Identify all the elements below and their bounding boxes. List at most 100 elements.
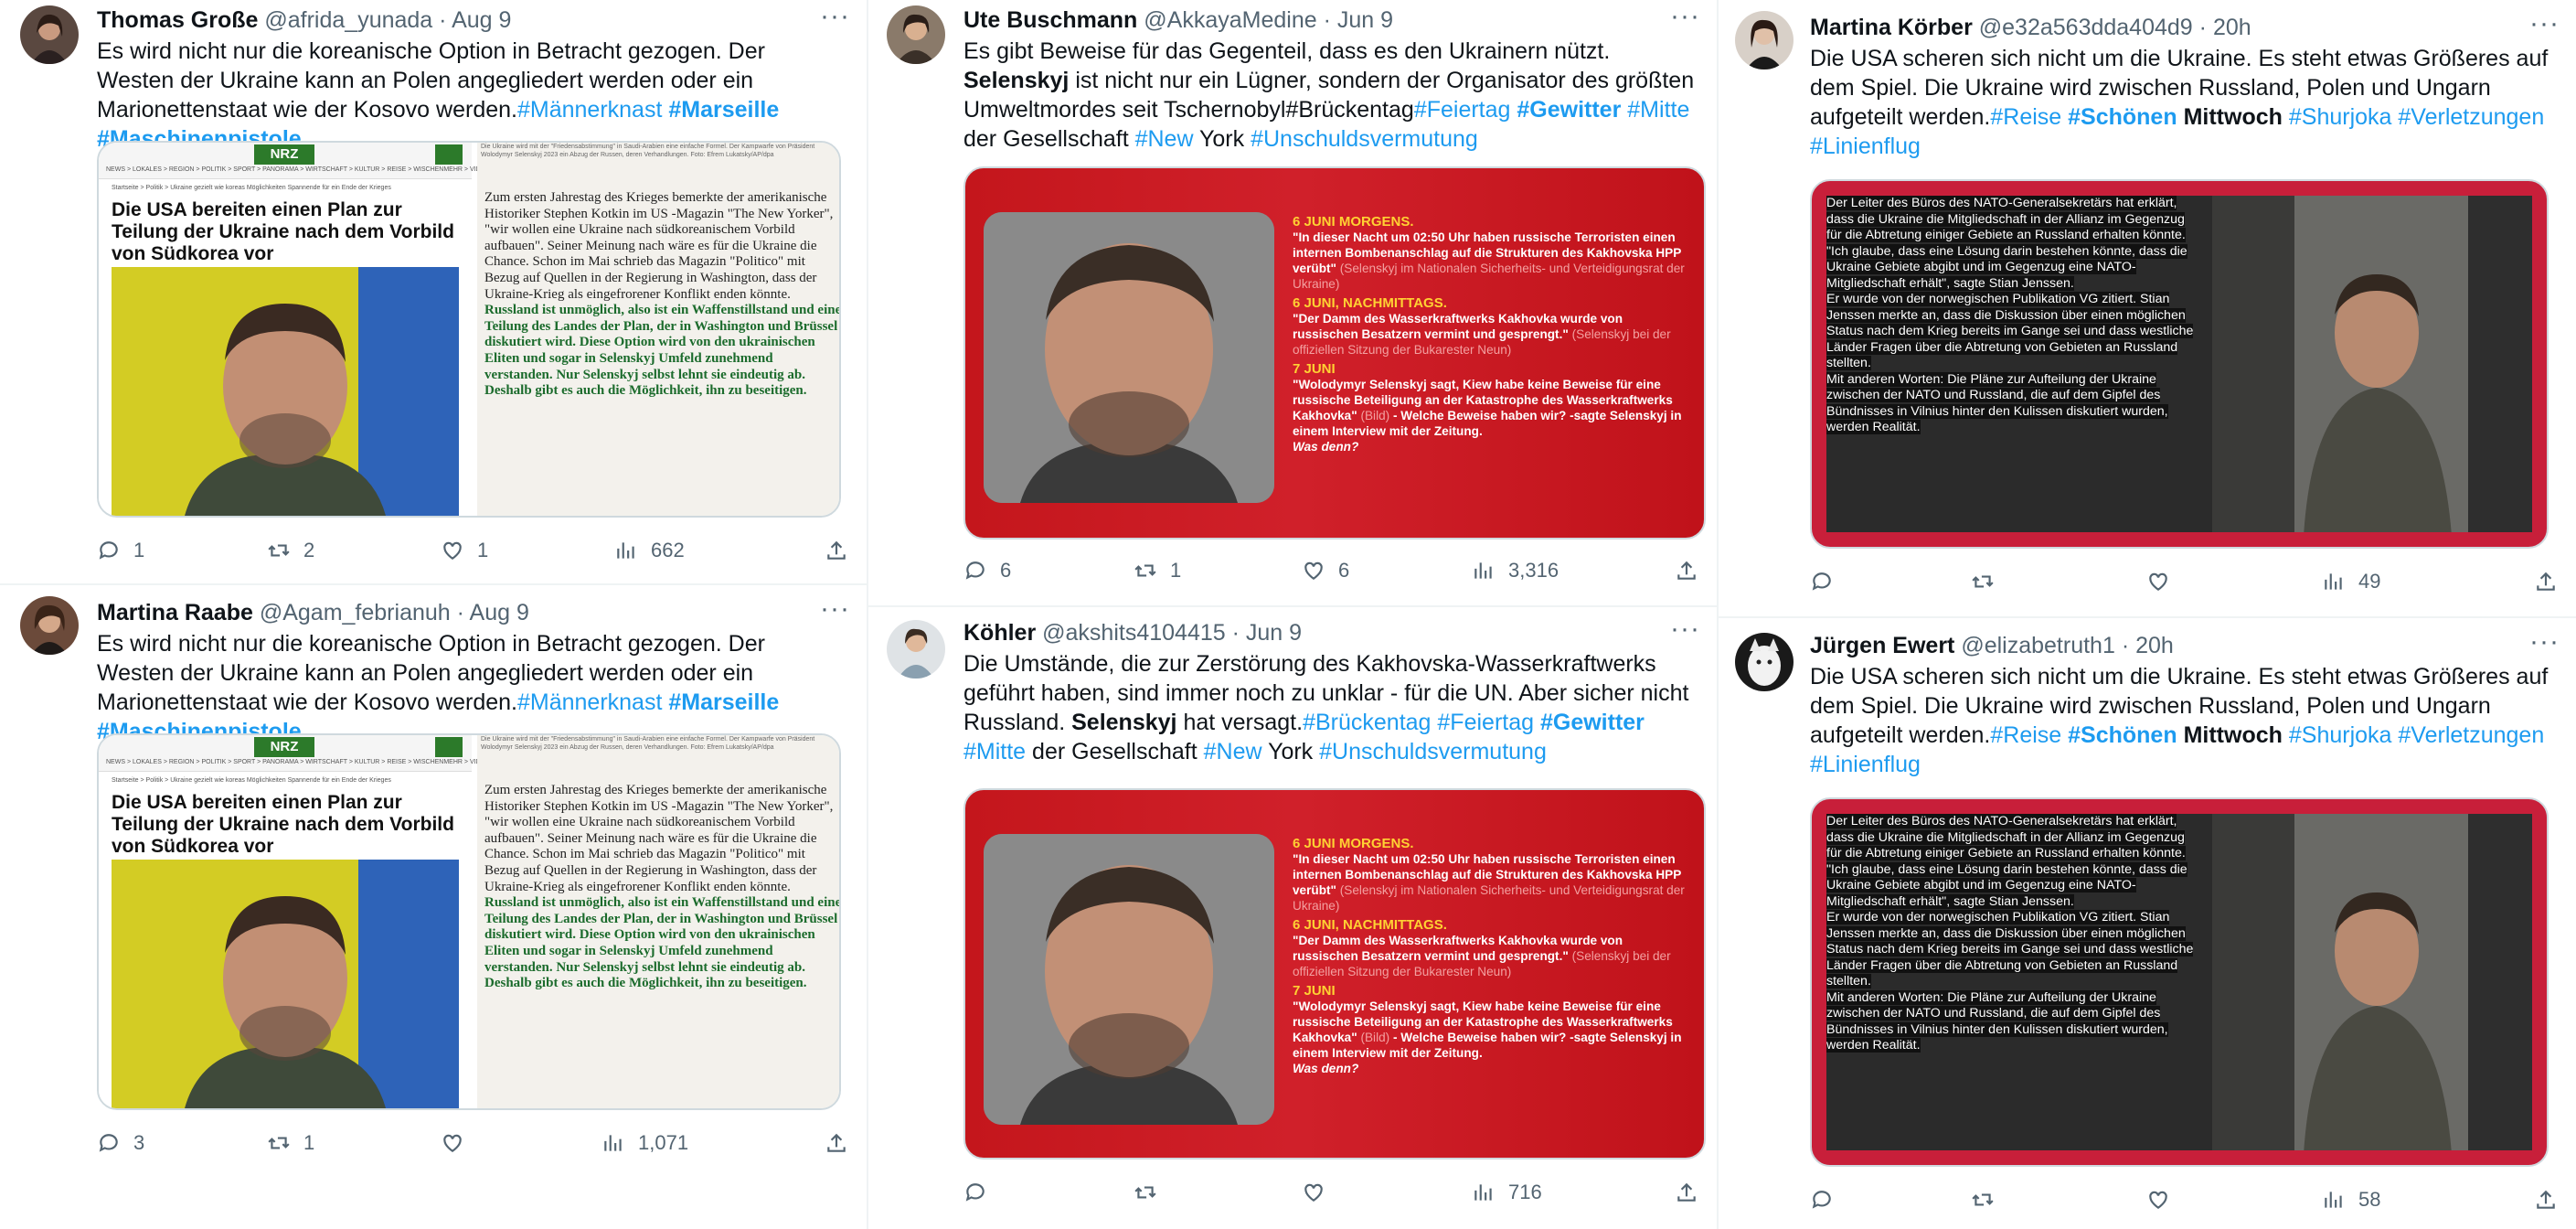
repost-button[interactable] — [1134, 1174, 1170, 1211]
hashtag[interactable]: #Männerknast — [517, 689, 662, 715]
timeline-entry: "Wolodymyr Selenskyj sagt, Kiew habe kei… — [1293, 377, 1686, 439]
hashtag[interactable]: #Shurjoka — [2289, 722, 2392, 748]
user-handle[interactable]: @AkkayaMedine — [1144, 7, 1316, 33]
more-options-icon[interactable]: ··· — [820, 0, 850, 33]
hashtag[interactable]: #Reise — [1990, 722, 2061, 748]
hashtag[interactable]: #New — [1204, 739, 1262, 764]
timeline-entry: "Der Damm des Wasserkraftwerks Kakhovka … — [1293, 933, 1686, 979]
user-handle[interactable]: @afrida_yunada — [264, 7, 432, 33]
share-button[interactable] — [1675, 1174, 1698, 1211]
tweet-media-image[interactable]: Der Leiter des Büros des NATO-Generalsek… — [1810, 797, 2549, 1167]
repost-button[interactable]: 2 — [267, 532, 314, 569]
more-options-icon[interactable]: ··· — [2529, 7, 2560, 40]
hashtag[interactable]: #Schönen — [2068, 104, 2177, 130]
hashtag[interactable]: #Linienflug — [1810, 752, 1921, 777]
more-options-icon[interactable]: ··· — [1670, 613, 1700, 646]
share-button[interactable] — [2534, 563, 2558, 600]
tweet[interactable]: Ute Buschmann @AkkayaMedine · Jun 9 ··· … — [868, 0, 1717, 607]
hashtag[interactable]: #Unschuldsvermutung — [1319, 739, 1547, 764]
hashtag[interactable]: #Unschuldsvermutung — [1251, 126, 1478, 152]
user-handle[interactable]: @akshits4104415 — [1042, 620, 1226, 646]
avatar[interactable] — [20, 596, 79, 655]
avatar[interactable] — [1735, 633, 1794, 691]
like-button[interactable]: 6 — [1302, 552, 1349, 589]
hashtag[interactable]: #Gewitter — [1540, 710, 1645, 735]
timestamp[interactable]: Jun 9 — [1246, 620, 1302, 646]
reply-button[interactable]: 3 — [97, 1125, 144, 1161]
tweet-media-image[interactable]: Der Leiter des Büros des NATO-Generalsek… — [1810, 179, 2549, 549]
tweet[interactable]: Martina Raabe @Agam_febrianuh · Aug 9 ··… — [0, 585, 867, 1229]
reply-button[interactable]: 6 — [963, 552, 1011, 589]
views-button[interactable]: 716 — [1472, 1174, 1542, 1211]
hashtag[interactable]: #Gewitter — [1517, 97, 1621, 123]
tweet[interactable]: Jürgen Ewert @elizabetruth1 · 20h ··· Di… — [1719, 618, 2576, 1229]
avatar[interactable] — [1735, 11, 1794, 69]
like-button[interactable] — [2146, 563, 2183, 600]
tweet-media-image[interactable]: NRZ NEWS > LOKALES > REGION > POLITIK > … — [97, 141, 841, 518]
views-button[interactable]: 1,071 — [601, 1125, 688, 1161]
share-button[interactable] — [1675, 552, 1698, 589]
display-name[interactable]: Martina Raabe — [97, 600, 253, 625]
user-handle[interactable]: @e32a563dda404d9 — [1979, 15, 2193, 40]
hashtag[interactable]: #Feiertag — [1437, 710, 1534, 735]
hashtag[interactable]: #Verletzungen — [2398, 104, 2544, 130]
reply-button[interactable] — [1810, 1181, 1847, 1218]
timestamp[interactable]: Aug 9 — [452, 7, 511, 33]
views-button[interactable]: 662 — [614, 532, 685, 569]
more-options-icon[interactable]: ··· — [2529, 625, 2560, 658]
hashtag[interactable]: #Shurjoka — [2289, 104, 2392, 130]
display-name[interactable]: Thomas Große — [97, 7, 258, 33]
hashtag[interactable]: #Mitte — [1627, 97, 1689, 123]
tweet[interactable]: Thomas Große @afrida_yunada · Aug 9 ··· … — [0, 0, 867, 585]
user-handle[interactable]: @Agam_febrianuh — [260, 600, 451, 625]
tweet-media-image[interactable]: NRZ NEWS > LOKALES > REGION > POLITIK > … — [97, 733, 841, 1110]
hashtag[interactable]: #Verletzungen — [2398, 722, 2544, 748]
display-name[interactable]: Köhler — [963, 620, 1036, 646]
column-right: Martina Körber @e32a563dda404d9 · 20h ··… — [1717, 0, 2576, 1229]
hashtag[interactable]: #Feiertag — [1414, 97, 1511, 123]
share-button[interactable] — [825, 532, 848, 569]
views-button[interactable]: 58 — [2322, 1181, 2380, 1218]
avatar[interactable] — [887, 620, 945, 679]
like-button[interactable] — [2146, 1181, 2183, 1218]
views-button[interactable]: 3,316 — [1472, 552, 1559, 589]
hashtag[interactable]: #Brückentag — [1303, 710, 1431, 735]
avatar[interactable] — [20, 5, 79, 64]
hashtag[interactable]: #New — [1135, 126, 1194, 152]
timestamp[interactable]: Aug 9 — [470, 600, 529, 625]
repost-button[interactable] — [1971, 1181, 2007, 1218]
user-handle[interactable]: @elizabetruth1 — [1961, 633, 2115, 658]
views-button[interactable]: 49 — [2322, 563, 2380, 600]
hashtag[interactable]: #Schönen — [2068, 722, 2177, 748]
tweet[interactable]: Martina Körber @e32a563dda404d9 · 20h ··… — [1719, 0, 2576, 618]
hashtag[interactable]: #Linienflug — [1810, 134, 1921, 159]
share-button[interactable] — [825, 1125, 848, 1161]
repost-button[interactable]: 1 — [267, 1125, 314, 1161]
like-button[interactable] — [1302, 1174, 1338, 1211]
hashtag[interactable]: #Männerknast — [517, 97, 662, 123]
display-name[interactable]: Martina Körber — [1810, 15, 1973, 40]
hashtag[interactable]: #Reise — [1990, 104, 2061, 130]
hashtag[interactable]: #Marseille — [668, 689, 779, 715]
timestamp[interactable]: 20h — [2213, 15, 2251, 40]
hashtag[interactable]: #Marseille — [668, 97, 779, 123]
tweet-media-image[interactable]: 6 JUNI MORGENS. "In dieser Nacht um 02:5… — [963, 788, 1706, 1160]
more-options-icon[interactable]: ··· — [820, 593, 850, 625]
repost-button[interactable] — [1971, 563, 2007, 600]
reply-button[interactable] — [1810, 563, 1847, 600]
reply-button[interactable]: 1 — [97, 532, 144, 569]
display-name[interactable]: Jürgen Ewert — [1810, 633, 1954, 658]
timestamp[interactable]: Jun 9 — [1337, 7, 1393, 33]
like-button[interactable]: 1 — [441, 532, 488, 569]
timestamp[interactable]: 20h — [2135, 633, 2174, 658]
tweet[interactable]: Köhler @akshits4104415 · Jun 9 ··· Die U… — [868, 607, 1717, 1229]
like-button[interactable] — [441, 1125, 477, 1161]
display-name[interactable]: Ute Buschmann — [963, 7, 1137, 33]
share-button[interactable] — [2534, 1181, 2558, 1218]
tweet-media-image[interactable]: 6 JUNI MORGENS. "In dieser Nacht um 02:5… — [963, 166, 1706, 540]
hashtag[interactable]: #Mitte — [963, 739, 1026, 764]
repost-button[interactable]: 1 — [1134, 552, 1181, 589]
reply-button[interactable] — [963, 1174, 1000, 1211]
more-options-icon[interactable]: ··· — [1670, 0, 1700, 33]
avatar[interactable] — [887, 5, 945, 64]
